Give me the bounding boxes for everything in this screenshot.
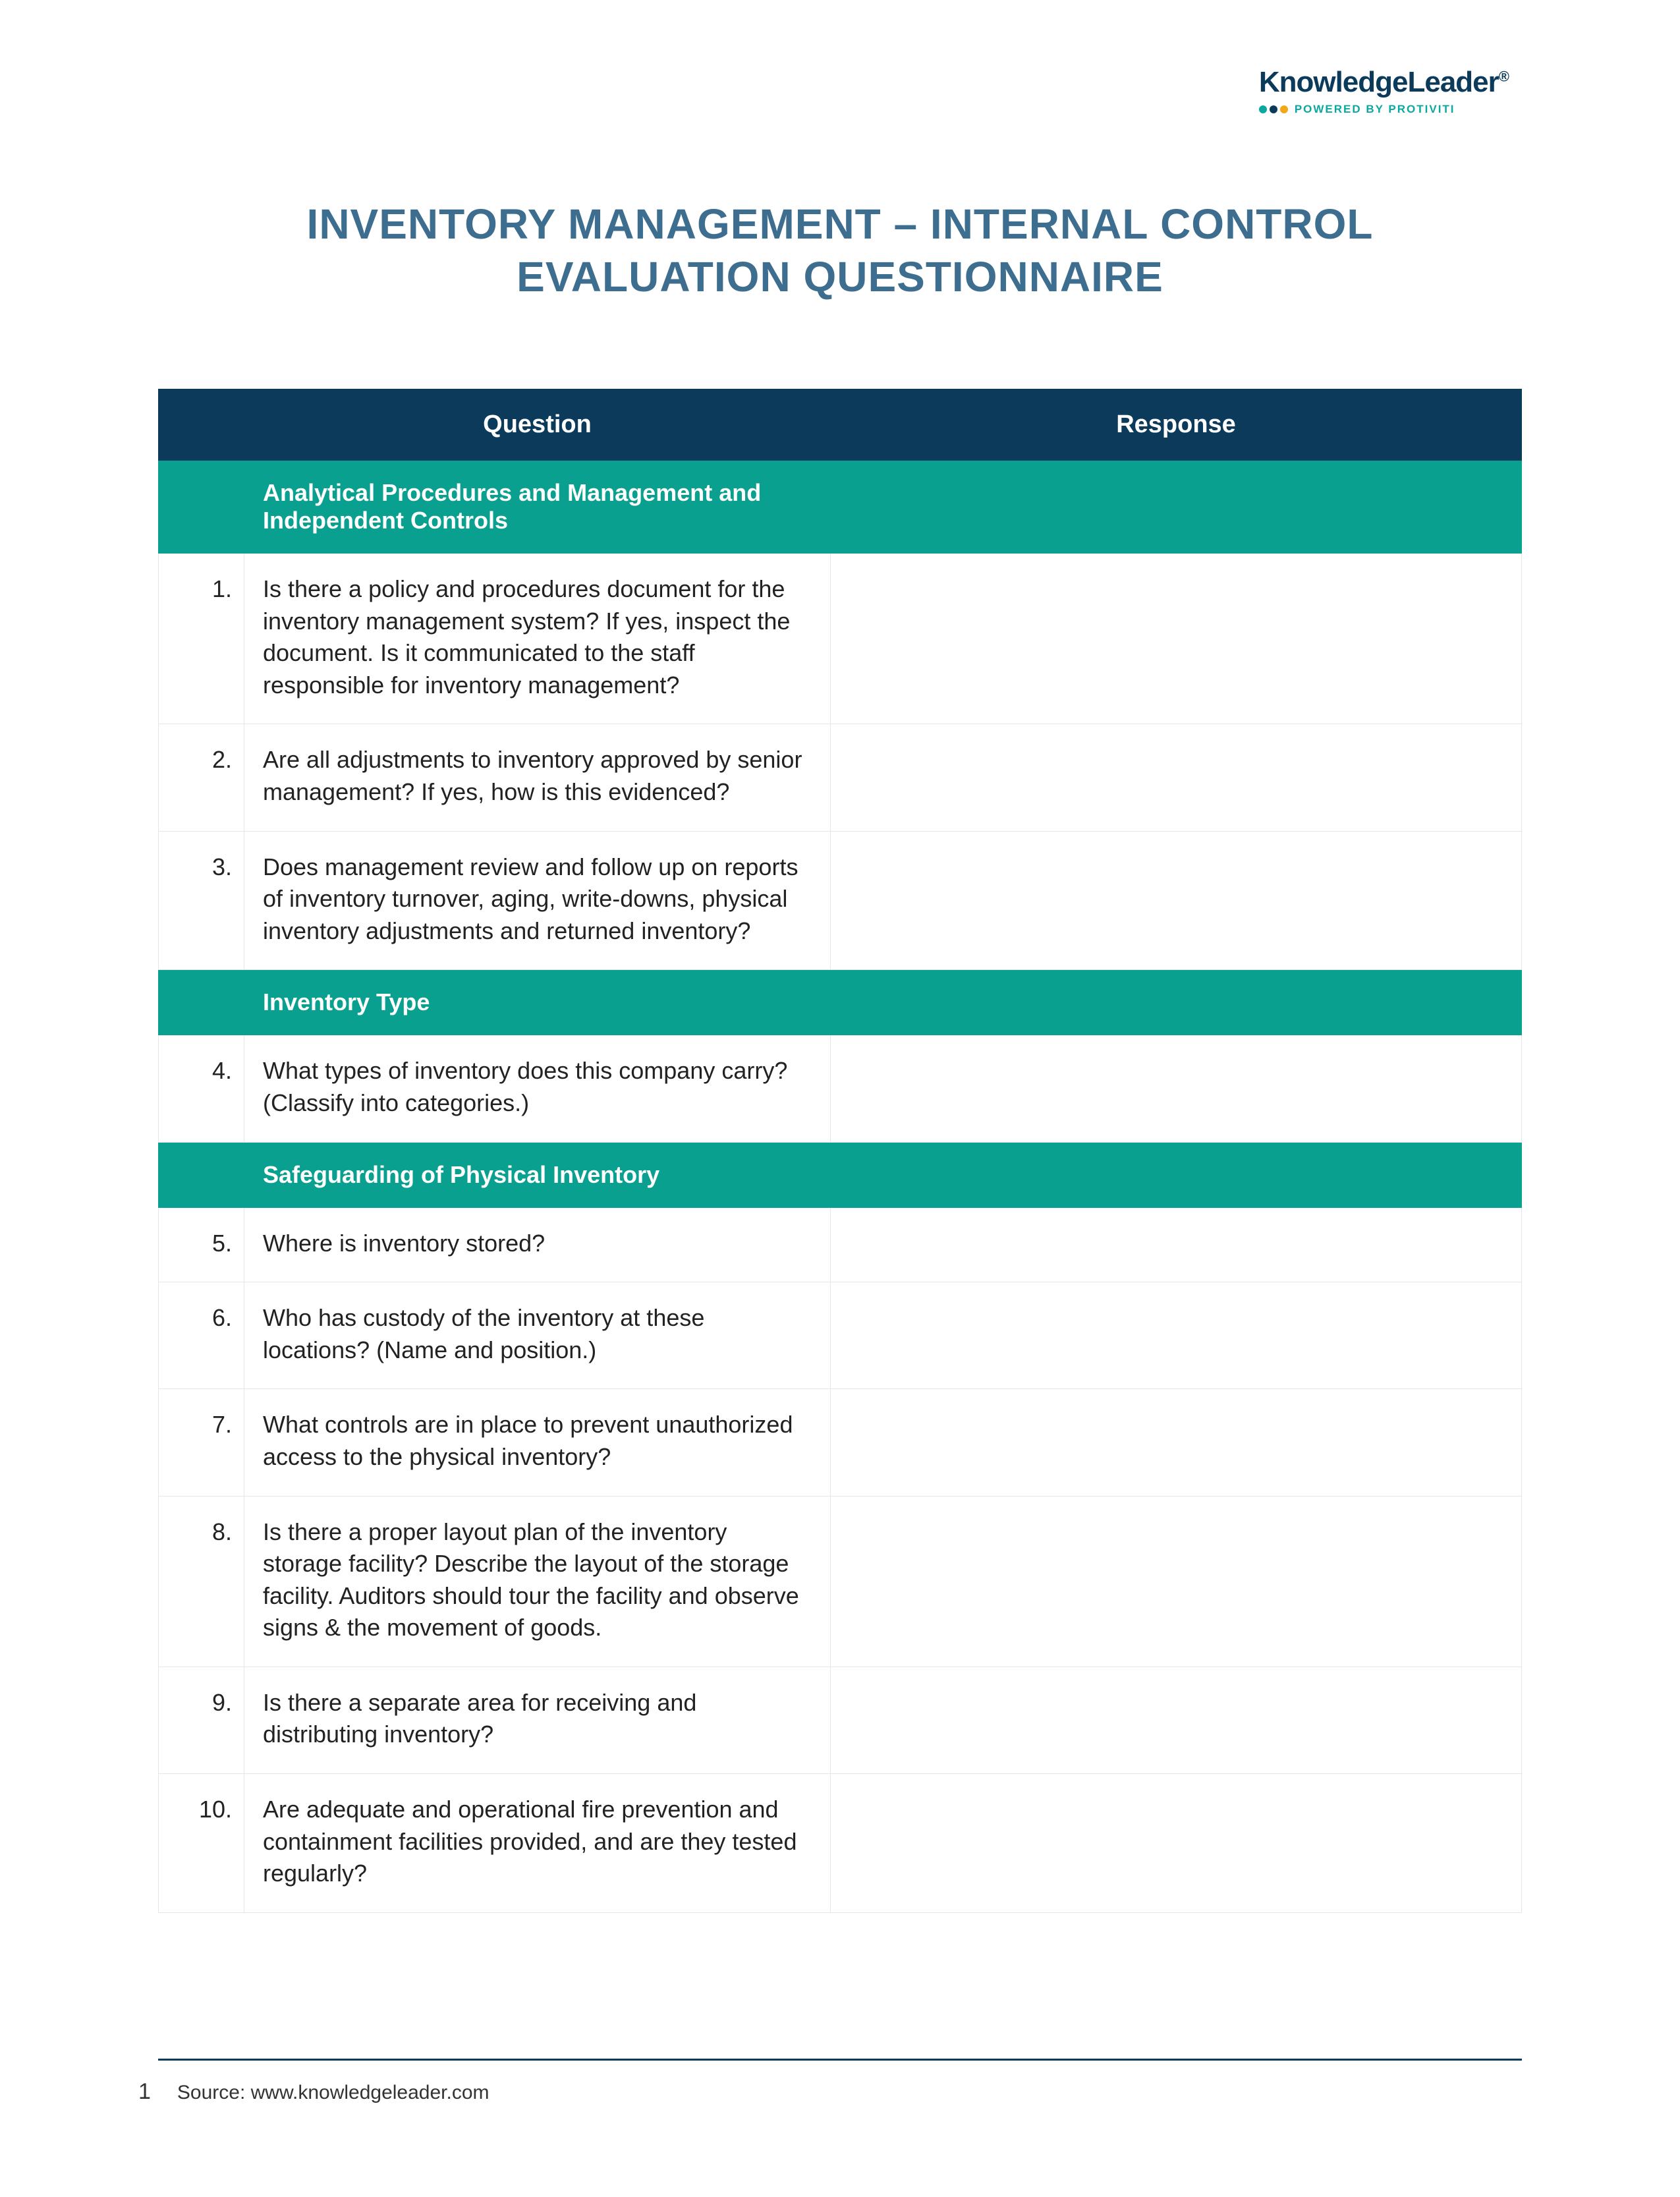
page-footer: 1 Source: www.knowledgeleader.com bbox=[138, 2059, 1522, 2105]
title-line-2: EVALUATION QUESTIONNAIRE bbox=[158, 250, 1522, 303]
table-row: 9. Is there a separate area for receivin… bbox=[159, 1667, 1522, 1773]
table-row: 10. Are adequate and operational fire pr… bbox=[159, 1774, 1522, 1913]
row-question: Are all adjustments to inventory approve… bbox=[244, 724, 831, 831]
title-line-1: INVENTORY MANAGEMENT – INTERNAL CONTROL bbox=[307, 200, 1374, 248]
section-heading-row: Safeguarding of Physical Inventory bbox=[159, 1142, 1522, 1207]
row-question: What types of inventory does this compan… bbox=[244, 1035, 831, 1142]
row-response[interactable] bbox=[831, 1389, 1522, 1496]
footer-rule bbox=[158, 2059, 1522, 2061]
row-question: Is there a separate area for receiving a… bbox=[244, 1667, 831, 1773]
table-row: 7. What controls are in place to prevent… bbox=[159, 1389, 1522, 1496]
table-header-row: Question Response bbox=[159, 389, 1522, 461]
section-num bbox=[159, 461, 244, 554]
section-heading: Analytical Procedures and Management and… bbox=[244, 461, 831, 554]
section-heading-row: Analytical Procedures and Management and… bbox=[159, 461, 1522, 554]
row-question: What controls are in place to prevent un… bbox=[244, 1389, 831, 1496]
dot-icon bbox=[1280, 105, 1288, 113]
dot-icon bbox=[1259, 105, 1267, 113]
row-num: 7. bbox=[159, 1389, 244, 1496]
table-row: 4. What types of inventory does this com… bbox=[159, 1035, 1522, 1142]
row-num: 8. bbox=[159, 1496, 244, 1667]
section-response bbox=[831, 970, 1522, 1035]
row-num: 10. bbox=[159, 1774, 244, 1913]
row-response[interactable] bbox=[831, 724, 1522, 831]
brand-subline: POWERED BY PROTIVITI bbox=[1259, 103, 1509, 116]
row-num: 9. bbox=[159, 1667, 244, 1773]
row-response[interactable] bbox=[831, 1282, 1522, 1389]
row-num: 5. bbox=[159, 1207, 244, 1282]
row-response[interactable] bbox=[831, 1496, 1522, 1667]
table-row: 6. Who has custody of the inventory at t… bbox=[159, 1282, 1522, 1389]
brand-powered-by: POWERED BY PROTIVITI bbox=[1295, 103, 1455, 116]
table-row: 5. Where is inventory stored? bbox=[159, 1207, 1522, 1282]
section-heading: Inventory Type bbox=[244, 970, 831, 1035]
row-question: Where is inventory stored? bbox=[244, 1207, 831, 1282]
row-response[interactable] bbox=[831, 831, 1522, 970]
footer-line: 1 Source: www.knowledgeleader.com bbox=[138, 2079, 1522, 2105]
section-response bbox=[831, 1142, 1522, 1207]
brand-dots-icon bbox=[1259, 105, 1288, 113]
row-question: Is there a policy and procedures documen… bbox=[244, 554, 831, 724]
row-num: 2. bbox=[159, 724, 244, 831]
header-num bbox=[159, 389, 244, 461]
row-response[interactable] bbox=[831, 1035, 1522, 1142]
row-num: 6. bbox=[159, 1282, 244, 1389]
section-heading: Safeguarding of Physical Inventory bbox=[244, 1142, 831, 1207]
header-response: Response bbox=[831, 389, 1522, 461]
section-num bbox=[159, 1142, 244, 1207]
section-response bbox=[831, 461, 1522, 554]
footer-source: Source: www.knowledgeleader.com bbox=[177, 2082, 490, 2104]
brand-name-text: KnowledgeLeader® bbox=[1259, 66, 1509, 99]
header-question: Question bbox=[244, 389, 831, 461]
table-row: 1. Is there a policy and procedures docu… bbox=[159, 554, 1522, 724]
brand-registered: ® bbox=[1499, 68, 1509, 84]
brand-name: KnowledgeLeader bbox=[1259, 66, 1499, 98]
section-heading-row: Inventory Type bbox=[159, 970, 1522, 1035]
row-question: Is there a proper layout plan of the inv… bbox=[244, 1496, 831, 1667]
brand-logo: KnowledgeLeader® POWERED BY PROTIVITI bbox=[1259, 66, 1509, 116]
table-row: 2. Are all adjustments to inventory appr… bbox=[159, 724, 1522, 831]
row-response[interactable] bbox=[831, 554, 1522, 724]
row-num: 4. bbox=[159, 1035, 244, 1142]
row-response[interactable] bbox=[831, 1667, 1522, 1773]
table-row: 8. Is there a proper layout plan of the … bbox=[159, 1496, 1522, 1667]
questionnaire-table: Question Response Analytical Procedures … bbox=[158, 389, 1522, 1913]
row-question: Are adequate and operational fire preven… bbox=[244, 1774, 831, 1913]
page-title: INVENTORY MANAGEMENT – INTERNAL CONTROL … bbox=[158, 198, 1522, 303]
row-response[interactable] bbox=[831, 1207, 1522, 1282]
row-question: Who has custody of the inventory at thes… bbox=[244, 1282, 831, 1389]
row-num: 3. bbox=[159, 831, 244, 970]
table-row: 3. Does management review and follow up … bbox=[159, 831, 1522, 970]
row-num: 1. bbox=[159, 554, 244, 724]
dot-icon bbox=[1270, 105, 1277, 113]
page-number: 1 bbox=[138, 2079, 151, 2105]
row-response[interactable] bbox=[831, 1774, 1522, 1913]
row-question: Does management review and follow up on … bbox=[244, 831, 831, 970]
section-num bbox=[159, 970, 244, 1035]
